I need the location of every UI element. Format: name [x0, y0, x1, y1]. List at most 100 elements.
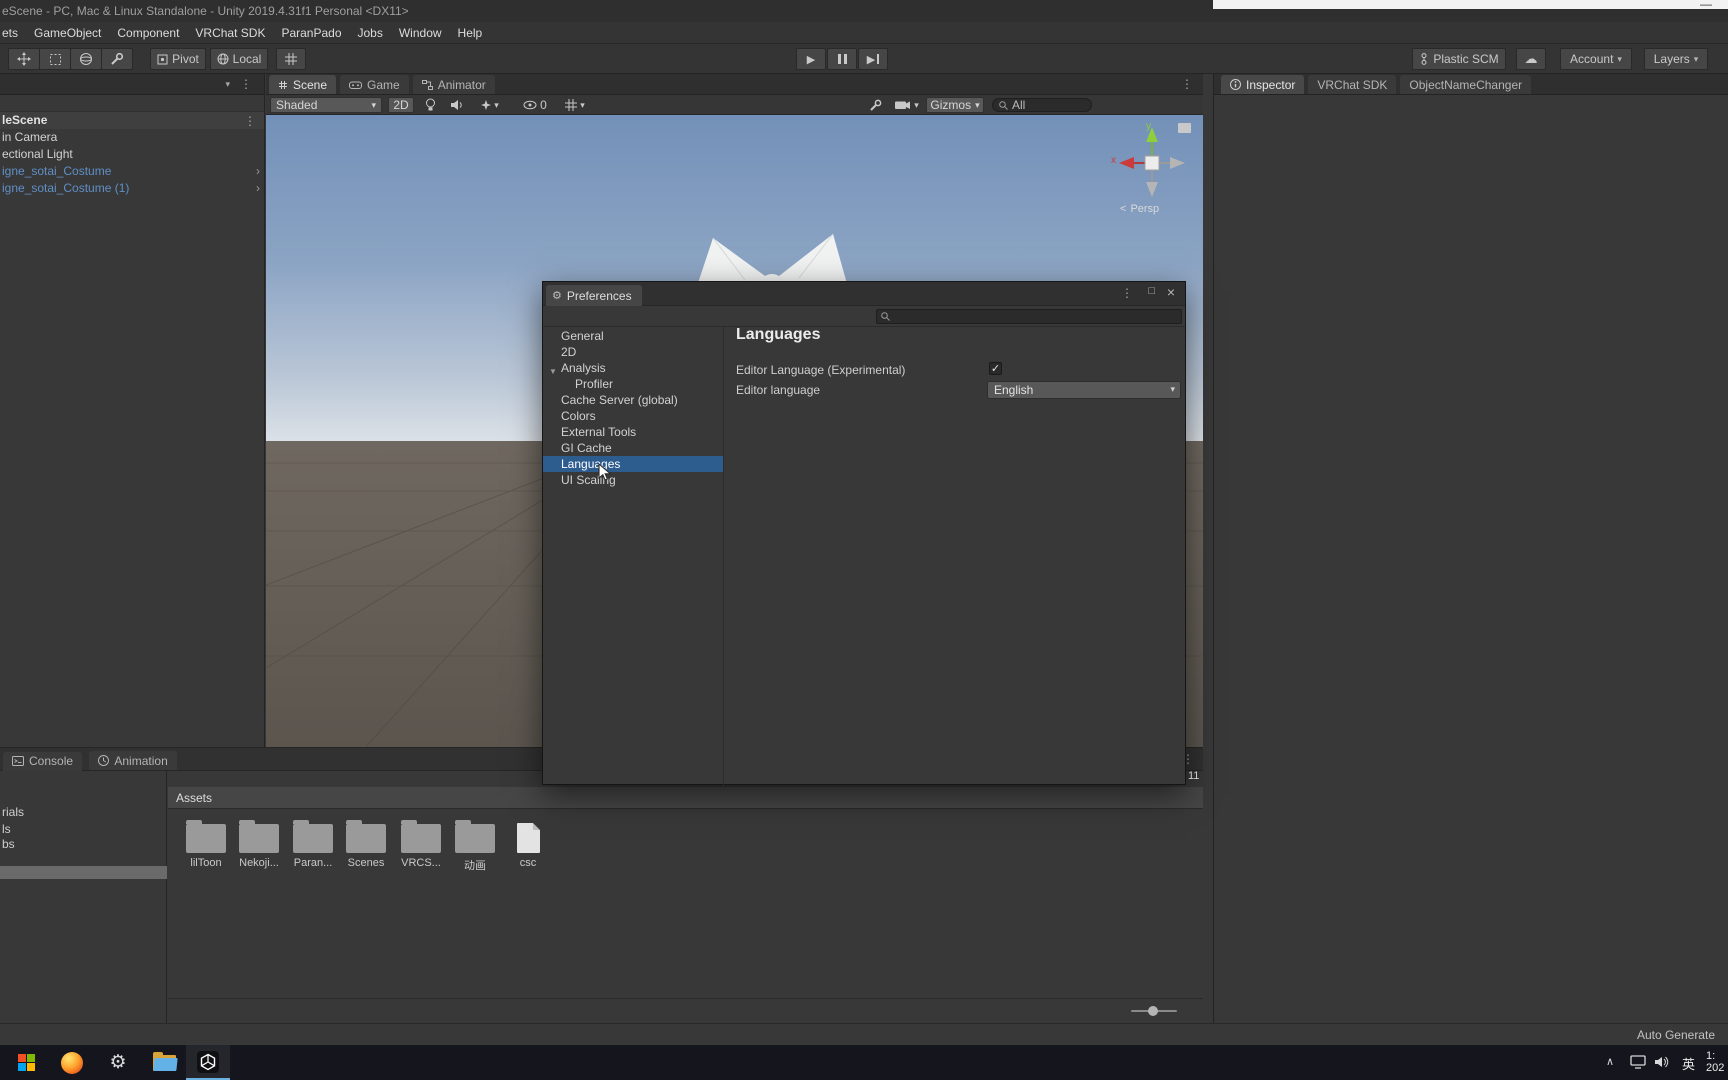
- scene-grid-dropdown[interactable]: ▾: [558, 97, 592, 113]
- project-item-donghua[interactable]: 动画: [450, 819, 500, 873]
- close-icon[interactable]: ×: [1167, 284, 1175, 300]
- local-toggle[interactable]: Local: [210, 48, 268, 70]
- scene-camera-dropdown[interactable]: ▾: [892, 97, 922, 113]
- selected-tree-row[interactable]: [0, 866, 167, 879]
- play-button[interactable]: ▶: [796, 48, 826, 70]
- scene-visibility-toggle[interactable]: 0: [518, 97, 552, 113]
- prefs-item-cache-server[interactable]: Cache Server (global): [543, 392, 723, 408]
- project-item-csc[interactable]: csc: [503, 819, 553, 869]
- perspective-toggle[interactable]: < Persp: [1120, 203, 1159, 215]
- menu-paranpado[interactable]: ParanPado: [273, 22, 349, 44]
- preferences-search-input[interactable]: [876, 309, 1182, 324]
- favorite-item[interactable]: rials: [2, 804, 24, 820]
- tab-inspector[interactable]: Inspector: [1221, 75, 1305, 94]
- unity-taskbar-icon[interactable]: [186, 1045, 230, 1080]
- window-more-icon[interactable]: ⋮: [1121, 286, 1133, 300]
- project-item-liltoon[interactable]: lilToon: [181, 819, 231, 869]
- project-item-nekoji[interactable]: Nekoji...: [234, 819, 284, 869]
- preferences-tab[interactable]: ⚙ Preferences: [546, 285, 642, 306]
- assets-header-bar[interactable]: Assets: [168, 787, 1203, 809]
- persp-label: Persp: [1130, 203, 1160, 215]
- project-item-paran[interactable]: Paran...: [288, 819, 338, 869]
- pivot-toggle[interactable]: Pivot: [150, 48, 206, 70]
- grid-snap-button[interactable]: [276, 48, 306, 70]
- menu-help[interactable]: Help: [450, 22, 491, 44]
- prefs-item-profiler[interactable]: Profiler: [543, 376, 723, 392]
- scene-header-row[interactable]: leScene ⋮: [0, 112, 264, 129]
- menu-jobs[interactable]: Jobs: [350, 22, 391, 44]
- hierarchy-item-costume-1[interactable]: igne_sotai_Costume (1) ›: [0, 180, 264, 197]
- editor-language-dropdown[interactable]: English ▾: [987, 381, 1181, 399]
- thumbnail-zoom-slider[interactable]: [1131, 1006, 1177, 1016]
- prefs-item-colors[interactable]: Colors: [543, 408, 723, 424]
- titlebar[interactable]: eScene - PC, Mac & Linux Standalone - Un…: [0, 0, 1728, 22]
- scene-lighting-toggle[interactable]: [420, 97, 440, 113]
- tool-custom-button[interactable]: [101, 48, 133, 70]
- tab-animation[interactable]: Animation: [89, 751, 177, 770]
- orientation-gizmo[interactable]: [1110, 118, 1200, 213]
- tray-expand-icon[interactable]: ∧: [1606, 1055, 1614, 1068]
- gizmos-dropdown[interactable]: Gizmos ▾: [926, 97, 984, 113]
- scene-tools-button[interactable]: [864, 97, 886, 113]
- prefs-item-ui-scaling[interactable]: UI Scaling: [543, 472, 723, 488]
- prefs-item-analysis[interactable]: ▼ Analysis: [543, 360, 723, 376]
- tab-vrchat-sdk[interactable]: VRChat SDK: [1308, 75, 1397, 94]
- account-dropdown[interactable]: Account ▾: [1560, 48, 1632, 70]
- plastic-scm-button[interactable]: Plastic SCM: [1412, 48, 1506, 70]
- network-tray-icon[interactable]: [1630, 1055, 1646, 1069]
- layers-dropdown[interactable]: Layers ▾: [1644, 48, 1708, 70]
- step-button[interactable]: ▶: [858, 48, 888, 70]
- project-item-scenes[interactable]: Scenes: [341, 819, 391, 869]
- menu-assets[interactable]: ets: [0, 22, 26, 44]
- tab-game[interactable]: Game: [340, 75, 409, 94]
- auto-generate-label[interactable]: Auto Generate: [1637, 1024, 1715, 1046]
- menu-gameobject[interactable]: GameObject: [26, 22, 109, 44]
- maximize-icon[interactable]: □: [1148, 285, 1155, 297]
- slider-knob[interactable]: [1148, 1006, 1158, 1016]
- tab-console[interactable]: Console: [3, 751, 83, 771]
- 2d-toggle[interactable]: 2D: [388, 97, 414, 113]
- minimize-button[interactable]: —: [1700, 0, 1712, 11]
- menu-vrchat-sdk[interactable]: VRChat SDK: [187, 22, 273, 44]
- scene-effects-dropdown[interactable]: ▾: [474, 97, 506, 113]
- hierarchy-more-icon[interactable]: ⋮: [240, 77, 252, 91]
- tool-rect-button[interactable]: [39, 48, 71, 70]
- scene-tabbar-more-icon[interactable]: ⋮: [1181, 77, 1193, 91]
- ime-indicator[interactable]: 英: [1682, 1054, 1695, 1073]
- prefab-arrow-icon[interactable]: ›: [256, 163, 260, 180]
- scene-audio-toggle[interactable]: [446, 97, 468, 113]
- prefs-item-general[interactable]: General: [543, 328, 723, 344]
- tab-animator[interactable]: Animator: [412, 75, 495, 94]
- editor-language-checkbox[interactable]: ✓: [989, 362, 1002, 375]
- prefs-item-external-tools[interactable]: External Tools: [543, 424, 723, 440]
- browser-taskbar-icon[interactable]: [50, 1045, 94, 1080]
- hierarchy-options-icon[interactable]: ▾: [225, 79, 230, 90]
- tab-scene[interactable]: Scene: [269, 75, 337, 94]
- hierarchy-item-costume[interactable]: igne_sotai_Costume ›: [0, 163, 264, 180]
- menu-component[interactable]: Component: [109, 22, 187, 44]
- project-item-vrcs[interactable]: VRCS...: [396, 819, 446, 869]
- explorer-taskbar-icon[interactable]: [142, 1045, 186, 1080]
- prefs-item-languages[interactable]: Languages: [543, 456, 723, 472]
- favorite-item[interactable]: ls: [2, 821, 11, 837]
- prefab-arrow-icon[interactable]: ›: [256, 180, 260, 197]
- menu-window[interactable]: Window: [391, 22, 450, 44]
- cloud-button[interactable]: ☁: [1516, 48, 1546, 70]
- pause-button[interactable]: [827, 48, 857, 70]
- scene-header-more-icon[interactable]: ⋮: [244, 114, 256, 128]
- prefs-item-gi-cache[interactable]: GI Cache: [543, 440, 723, 456]
- settings-taskbar-icon[interactable]: ⚙: [96, 1045, 140, 1080]
- scene-search-input[interactable]: All: [992, 98, 1092, 112]
- taskbar-clock[interactable]: 1: 202: [1706, 1050, 1728, 1074]
- volume-tray-icon[interactable]: [1654, 1055, 1670, 1069]
- tab-objectnamechanger[interactable]: ObjectNameChanger: [1400, 75, 1532, 94]
- favorite-item[interactable]: bs: [2, 836, 15, 852]
- tool-move-button[interactable]: [8, 48, 40, 70]
- hierarchy-item-camera[interactable]: in Camera: [0, 129, 264, 146]
- prefs-item-2d[interactable]: 2D: [543, 344, 723, 360]
- preferences-titlebar[interactable]: ⚙ Preferences ⋮ □ ×: [543, 282, 1185, 306]
- shading-mode-dropdown[interactable]: Shaded ▾: [270, 97, 382, 113]
- start-button[interactable]: [4, 1045, 48, 1080]
- hierarchy-item-light[interactable]: ectional Light: [0, 146, 264, 163]
- tool-rotate-button[interactable]: [70, 48, 102, 70]
